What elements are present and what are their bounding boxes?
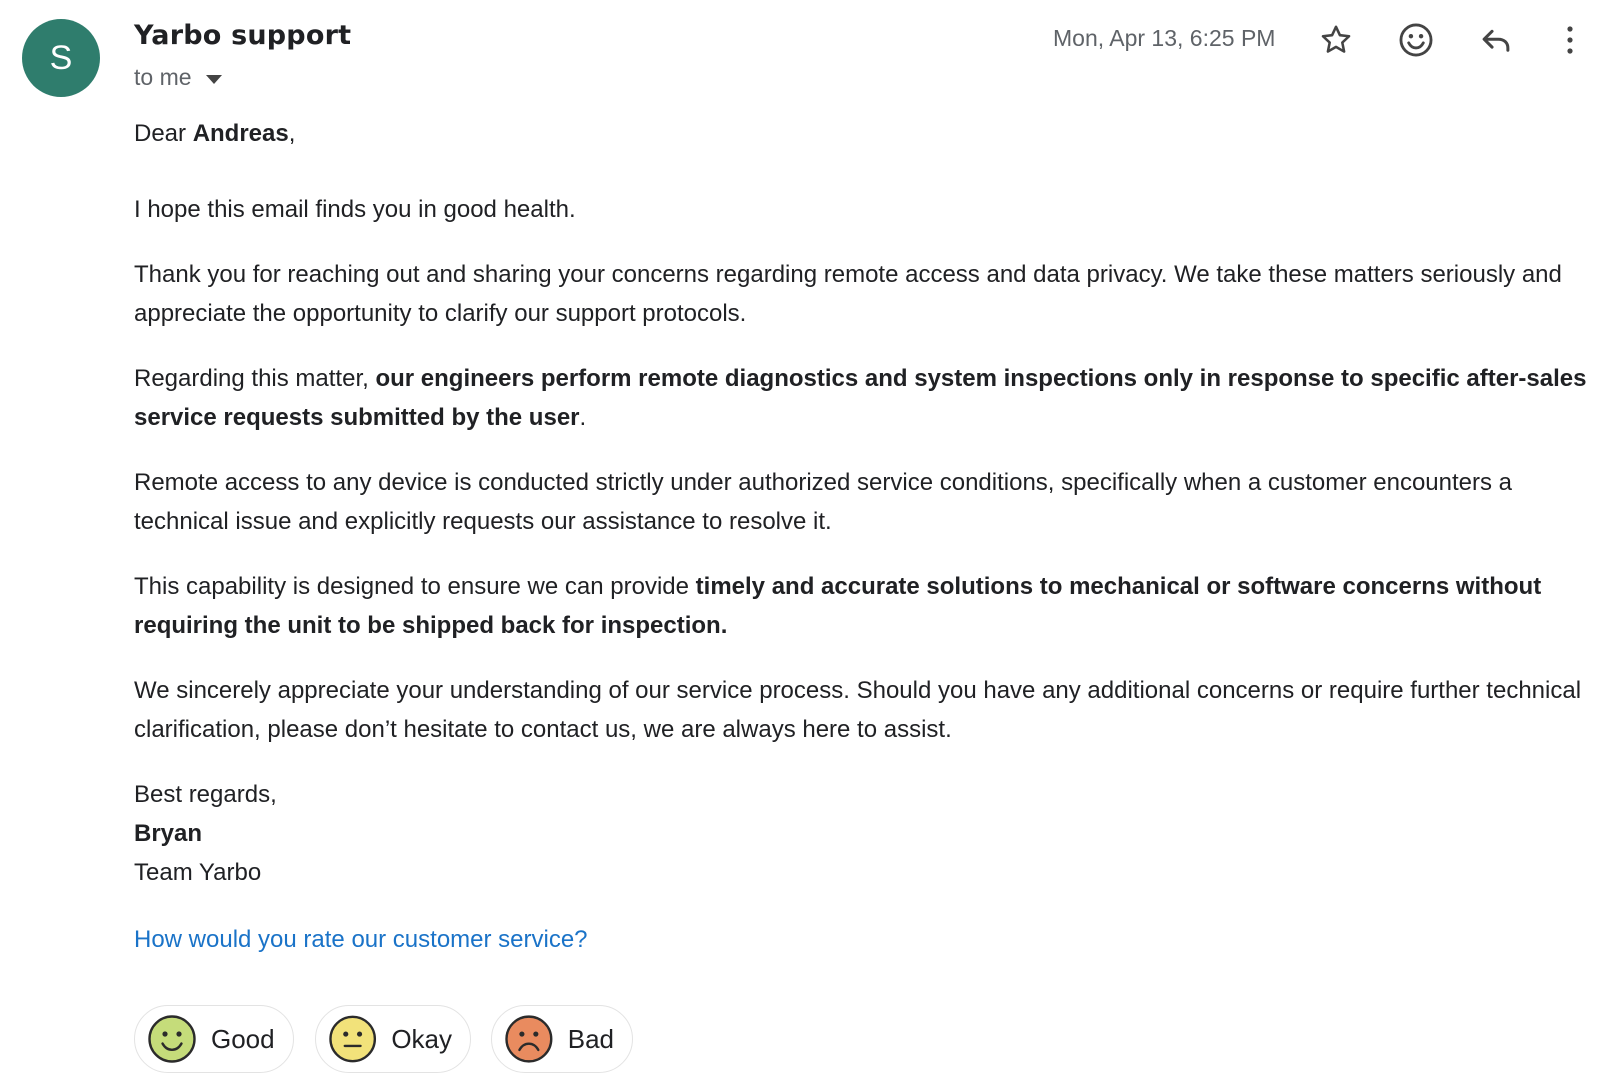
greeting: Dear Andreas, xyxy=(134,114,1594,153)
recipient-details-toggle[interactable]: to me xyxy=(134,64,222,91)
paragraph-3: Regarding this matter, our engineers per… xyxy=(134,359,1594,437)
avatar-letter: S xyxy=(49,38,73,77)
rate-okay-label: Okay xyxy=(391,1023,452,1054)
add-reaction-button[interactable] xyxy=(1394,18,1438,62)
greeting-prefix: Dear xyxy=(134,120,193,147)
rate-good-button[interactable]: Good xyxy=(134,1005,294,1073)
paragraph-6: We sincerely appreciate your understandi… xyxy=(134,677,1582,743)
paragraph-3-prefix: Regarding this matter, xyxy=(134,365,376,392)
sender-avatar[interactable]: S xyxy=(22,19,100,97)
rate-bad-label: Bad xyxy=(567,1023,614,1054)
more-options-button[interactable] xyxy=(1554,18,1586,62)
signer-team: Team Yarbo xyxy=(134,859,262,886)
sad-face-icon xyxy=(505,1015,553,1063)
sender-name[interactable]: Yarbo support xyxy=(134,20,351,51)
reply-icon xyxy=(1482,29,1510,52)
paragraph-5-prefix: This capability is designed to ensure we… xyxy=(134,573,696,600)
rate-service-link[interactable]: How would you rate our customer service? xyxy=(134,926,588,954)
signoff: Best regards, xyxy=(134,781,277,808)
rate-good-label: Good xyxy=(211,1023,275,1054)
paragraph-1: I hope this email finds you in good heal… xyxy=(134,196,576,223)
greeting-suffix: , xyxy=(288,120,296,147)
signer-name: Bryan xyxy=(134,814,1594,853)
signer-name-text: Bryan xyxy=(134,820,203,847)
paragraph-3-suffix: . xyxy=(579,404,587,431)
email-date: Mon, Apr 13, 6:25 PM xyxy=(1053,25,1276,51)
chevron-down-icon xyxy=(205,74,222,84)
paragraph-4: Remote access to any device is conducted… xyxy=(134,469,1513,535)
rate-bad-button[interactable]: Bad xyxy=(491,1005,633,1073)
paragraph-5: This capability is designed to ensure we… xyxy=(134,567,1594,645)
star-button[interactable] xyxy=(1314,18,1358,62)
emoji-reaction-icon xyxy=(1399,23,1433,57)
recipient-label: to me xyxy=(134,64,192,90)
happy-face-icon xyxy=(148,1015,196,1063)
reply-button[interactable] xyxy=(1474,18,1518,62)
neutral-face-icon xyxy=(329,1015,377,1063)
paragraph-2: Thank you for reaching out and sharing y… xyxy=(134,261,1562,327)
rate-okay-button[interactable]: Okay xyxy=(315,1005,471,1073)
recipient-name: Andreas xyxy=(192,120,289,147)
email-body: Dear Andreas, I hope this email finds yo… xyxy=(134,114,1594,892)
star-icon xyxy=(1321,25,1351,53)
more-options-icon xyxy=(1567,26,1573,54)
